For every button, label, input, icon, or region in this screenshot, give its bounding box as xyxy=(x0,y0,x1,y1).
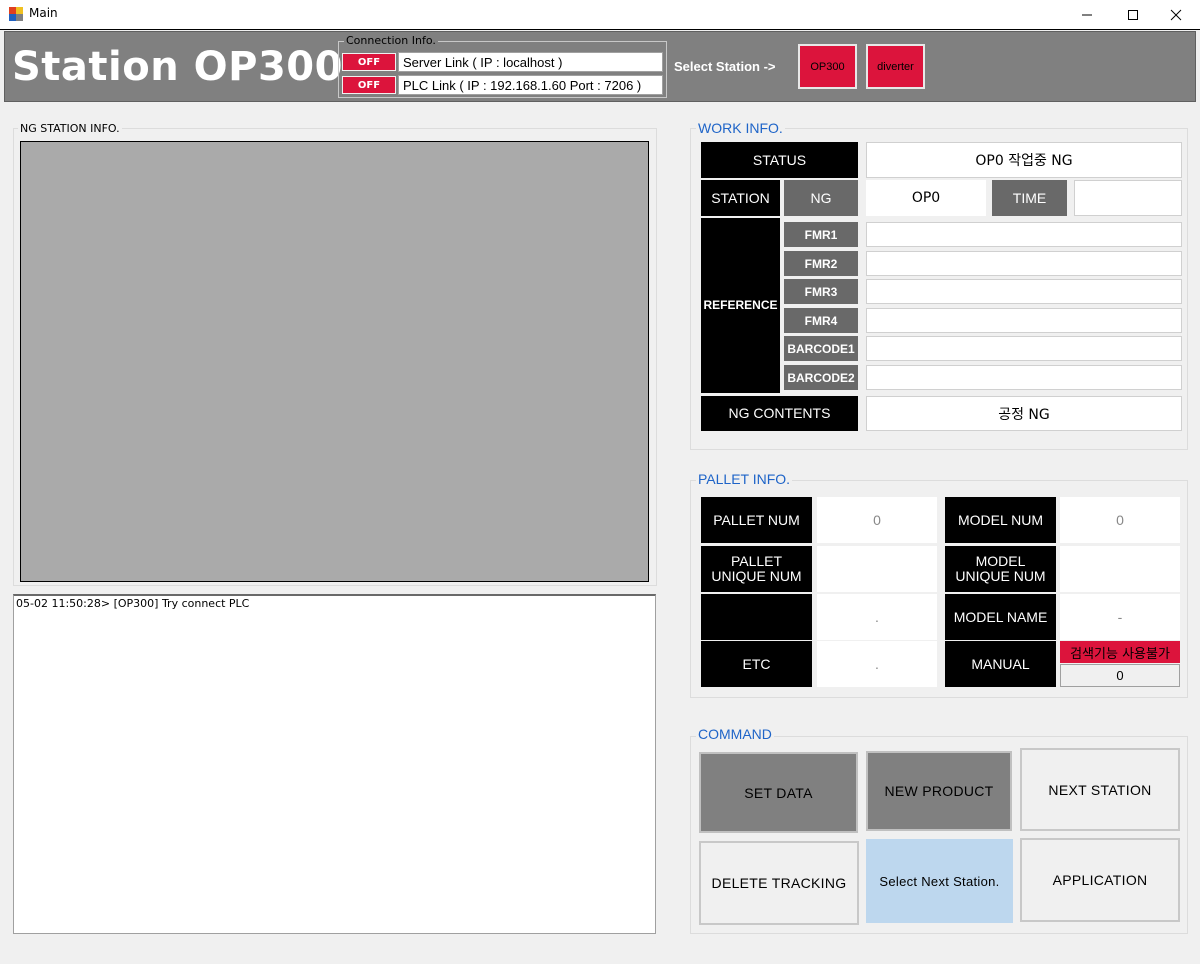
ng-station-title: NG STATION INFO. xyxy=(18,122,122,135)
barcode2-value xyxy=(866,365,1182,390)
station-label: STATION xyxy=(701,180,780,216)
time-value xyxy=(1074,180,1182,216)
ng-station-display xyxy=(20,141,649,582)
set-data-button[interactable]: SET DATA xyxy=(699,752,858,833)
delete-tracking-button[interactable]: DELETE TRACKING xyxy=(699,841,859,925)
select-station-label: Select Station -> xyxy=(674,59,776,74)
fmr1-label: FMR1 xyxy=(784,222,858,247)
plc-status-badge: OFF xyxy=(342,76,396,94)
model-unique-num-label: MODEL UNIQUE NUM xyxy=(945,546,1056,592)
barcode1-label: BARCODE1 xyxy=(784,336,858,361)
manual-warning: 검색기능 사용불가 xyxy=(1060,641,1180,663)
fmr3-value xyxy=(866,279,1182,304)
ng-label: NG xyxy=(784,180,858,216)
barcode2-label: BARCODE2 xyxy=(784,365,858,390)
barcode1-value xyxy=(866,336,1182,361)
fmr3-label: FMR3 xyxy=(784,279,858,304)
pallet-num-value: 0 xyxy=(817,497,937,543)
station-value: OP0 xyxy=(866,180,986,216)
model-name-value: - xyxy=(1060,594,1180,640)
select-next-station-button[interactable]: Select Next Station. xyxy=(866,839,1013,923)
pallet-unique-num-label: PALLET UNIQUE NUM xyxy=(701,546,812,592)
minimize-icon xyxy=(1082,14,1092,15)
maximize-icon xyxy=(1128,9,1138,20)
pallet-num-label: PALLET NUM xyxy=(701,497,812,543)
etc-label: ETC xyxy=(701,641,812,687)
blank-value: . xyxy=(817,594,937,640)
server-link-field: Server Link ( IP : localhost ) xyxy=(398,52,663,72)
pallet-unique-num-value xyxy=(817,546,937,592)
pallet-info-title: PALLET INFO. xyxy=(696,471,793,487)
command-title: COMMAND xyxy=(696,726,774,742)
model-num-value: 0 xyxy=(1060,497,1180,543)
status-value: OP0 작업중 NG xyxy=(866,142,1182,178)
status-label: STATUS xyxy=(701,142,858,178)
station-title: Station OP300 xyxy=(12,44,343,90)
fmr4-value xyxy=(866,308,1182,333)
model-unique-num-value xyxy=(1060,546,1180,592)
close-button[interactable] xyxy=(1153,0,1199,29)
fmr4-label: FMR4 xyxy=(784,308,858,333)
window-title: Main xyxy=(29,6,58,20)
fmr2-label: FMR2 xyxy=(784,251,858,276)
app-icon xyxy=(9,7,23,21)
fmr2-value xyxy=(866,251,1182,276)
fmr1-value xyxy=(866,222,1182,247)
reference-label: REFERENCE xyxy=(701,218,780,393)
window-titlebar xyxy=(0,0,1200,30)
new-product-button[interactable]: NEW PRODUCT xyxy=(866,751,1012,831)
station-button-op300[interactable]: OP300 xyxy=(798,44,857,89)
next-station-button[interactable]: NEXT STATION xyxy=(1020,748,1180,831)
log-line: 05-02 11:50:28> [OP300] Try connect PLC xyxy=(16,597,250,610)
station-button-diverter[interactable]: diverter xyxy=(866,44,925,89)
ng-contents-label: NG CONTENTS xyxy=(701,396,858,431)
log-textbox[interactable] xyxy=(13,594,656,934)
minimize-button[interactable] xyxy=(1064,0,1110,29)
server-status-badge: OFF xyxy=(342,53,396,71)
connection-info-legend: Connection Info. xyxy=(344,34,438,47)
model-name-label: MODEL NAME xyxy=(945,594,1056,640)
close-icon xyxy=(1170,9,1182,20)
time-label: TIME xyxy=(992,180,1067,216)
maximize-button[interactable] xyxy=(1110,0,1156,29)
model-num-label: MODEL NUM xyxy=(945,497,1056,543)
manual-input[interactable]: 0 xyxy=(1060,664,1180,687)
ng-contents-value: 공정 NG xyxy=(866,396,1182,431)
manual-label: MANUAL xyxy=(945,641,1056,687)
etc-value: . xyxy=(817,641,937,687)
work-info-title: WORK INFO. xyxy=(696,120,785,136)
application-button[interactable]: APPLICATION xyxy=(1020,838,1180,922)
blank-label xyxy=(701,594,812,640)
plc-link-field: PLC Link ( IP : 192.168.1.60 Port : 7206… xyxy=(398,75,663,95)
